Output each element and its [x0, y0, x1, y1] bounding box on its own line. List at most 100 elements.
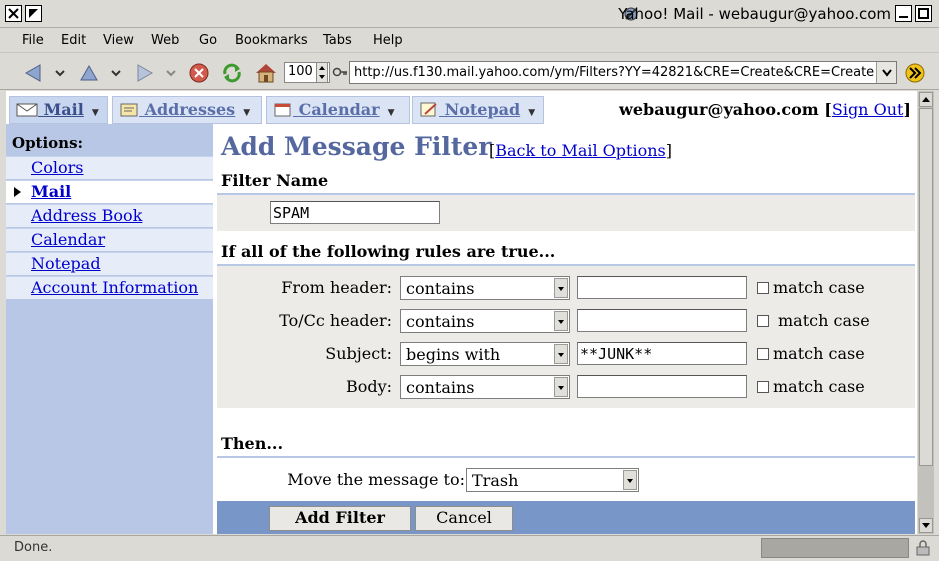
- from-header-value-input[interactable]: [577, 276, 747, 299]
- up-icon[interactable]: [78, 62, 100, 84]
- divider: [217, 456, 915, 458]
- from-header-operator-select[interactable]: contains: [400, 276, 570, 300]
- sidebar-link-calendar[interactable]: Calendar: [31, 230, 105, 249]
- page-content: Mail ▼ Addresses ▼ Calendar ▼ Notepad ▼ weba…: [6, 91, 917, 534]
- move-message-label: Move the message to:: [287, 470, 465, 489]
- sidebar-item-calendar[interactable]: Calendar: [6, 228, 213, 251]
- tocc-header-match-case-label: match case: [778, 311, 870, 330]
- sidebar-item-address-book[interactable]: Address Book: [6, 204, 213, 227]
- status-text: Done.: [14, 540, 53, 555]
- sidebar-item-notepad[interactable]: Notepad: [6, 252, 213, 275]
- sidebar-link-notepad[interactable]: Notepad: [31, 254, 101, 273]
- scroll-up-icon[interactable]: [919, 92, 933, 107]
- subject-operator-select[interactable]: begins with: [400, 342, 570, 366]
- body-match-case-checkbox[interactable]: [757, 381, 769, 393]
- filter-form: Add Message Filter [Back to Mail Options…: [217, 124, 917, 534]
- scroll-thumb[interactable]: [919, 108, 933, 466]
- go-icon[interactable]: [903, 62, 927, 88]
- maximize-icon[interactable]: [915, 5, 932, 22]
- tab-mail-label: Mail: [43, 100, 84, 119]
- sidebar-link-colors[interactable]: Colors: [31, 158, 83, 177]
- sidebar-item-colors[interactable]: Colors: [6, 156, 213, 179]
- chevron-down-icon: [554, 344, 568, 364]
- close-window-icon[interactable]: [5, 5, 22, 22]
- scroll-down-icon[interactable]: [919, 518, 933, 533]
- back-icon[interactable]: [22, 62, 44, 84]
- stop-icon[interactable]: [188, 62, 210, 84]
- sidebar-link-mail[interactable]: Mail: [31, 182, 71, 201]
- address-book-icon: [119, 102, 139, 121]
- back-to-mail-options-link[interactable]: Back to Mail Options: [495, 141, 665, 160]
- sidebar-link-account-information[interactable]: Account Information: [31, 278, 198, 297]
- from-header-operator-value: contains: [406, 279, 475, 298]
- back-link-wrapper: [Back to Mail Options]: [489, 141, 672, 160]
- minimize-icon[interactable]: [895, 5, 912, 22]
- cancel-button[interactable]: Cancel: [415, 506, 513, 531]
- menu-web[interactable]: Web: [151, 33, 179, 48]
- from-header-match-case-checkbox[interactable]: [757, 282, 769, 294]
- menu-bookmarks[interactable]: Bookmarks: [235, 33, 308, 48]
- zoom-spinner-icon[interactable]: [316, 62, 328, 83]
- tocc-header-match-case-checkbox[interactable]: [757, 315, 769, 327]
- from-header-label: From header:: [281, 278, 392, 297]
- tab-calendar-dropdown-icon[interactable]: ▼: [388, 108, 395, 118]
- body-match-case-label: match case: [773, 377, 865, 396]
- body-operator-select[interactable]: contains: [400, 375, 570, 399]
- tab-addresses[interactable]: Addresses ▼: [112, 96, 262, 124]
- tab-mail-dropdown-icon[interactable]: ▼: [92, 108, 99, 118]
- sidebar-item-account-information[interactable]: Account Information: [6, 276, 213, 299]
- user-account: webaugur@yahoo.com [Sign Out]: [619, 100, 911, 119]
- then-heading: Then...: [221, 434, 284, 453]
- envelope-icon: [16, 102, 38, 121]
- menu-view[interactable]: View: [103, 33, 134, 48]
- tocc-header-operator-select[interactable]: contains: [400, 309, 570, 333]
- tab-addresses-dropdown-icon[interactable]: ▼: [243, 108, 250, 118]
- menu-edit[interactable]: Edit: [61, 33, 86, 48]
- body-label: Body:: [345, 377, 392, 396]
- vertical-scrollbar[interactable]: [918, 91, 934, 534]
- menu-file[interactable]: File: [22, 33, 44, 48]
- move-target-value: Trash: [472, 471, 519, 490]
- tab-mail[interactable]: Mail ▼: [9, 96, 108, 124]
- menu-bar: File Edit View Web Go Bookmarks Tabs Hel…: [0, 29, 939, 53]
- tab-notepad[interactable]: Notepad ▼: [412, 96, 544, 124]
- add-filter-button[interactable]: Add Filter: [269, 506, 411, 531]
- menu-help[interactable]: Help: [373, 33, 403, 48]
- tocc-header-operator-value: contains: [406, 312, 475, 331]
- status-bar: Done.: [0, 535, 939, 561]
- menu-go[interactable]: Go: [199, 33, 217, 48]
- sidebar-item-mail[interactable]: Mail: [6, 180, 213, 203]
- chevron-down-icon: [554, 278, 568, 298]
- options-title: Options:: [12, 134, 84, 152]
- filter-name-heading: Filter Name: [221, 171, 329, 190]
- move-target-select[interactable]: Trash: [466, 468, 639, 492]
- url-history-dropdown-icon[interactable]: [876, 62, 896, 83]
- active-arrow-icon: [14, 187, 21, 197]
- up-history-icon[interactable]: [110, 62, 122, 84]
- menu-tabs[interactable]: Tabs: [323, 33, 352, 48]
- body-operator-value: contains: [406, 378, 475, 397]
- page-title: Add Message Filter: [221, 132, 492, 161]
- notepad-icon: [419, 102, 439, 121]
- tab-notepad-dropdown-icon[interactable]: ▼: [528, 108, 535, 118]
- subject-value-input[interactable]: **JUNK**: [577, 342, 747, 365]
- tocc-header-value-input[interactable]: [577, 309, 747, 332]
- subject-operator-value: begins with: [406, 345, 501, 364]
- sidebar-link-address-book[interactable]: Address Book: [31, 206, 142, 225]
- back-history-icon[interactable]: [54, 62, 66, 84]
- filter-name-input[interactable]: SPAM: [270, 201, 440, 224]
- body-value-input[interactable]: [577, 375, 747, 398]
- reload-icon[interactable]: [221, 62, 243, 84]
- forward-icon[interactable]: [134, 62, 156, 84]
- security-lock-icon: [914, 539, 932, 561]
- tab-calendar[interactable]: Calendar ▼: [266, 96, 410, 124]
- sign-out-link[interactable]: Sign Out: [832, 100, 904, 119]
- subject-match-case-checkbox[interactable]: [757, 348, 769, 360]
- from-header-match-case-label: match case: [773, 278, 865, 297]
- window-menu-icon[interactable]: [25, 5, 42, 22]
- forward-history-icon[interactable]: [165, 62, 177, 84]
- tab-addresses-label: Addresses: [144, 100, 236, 119]
- progress-indicator: [761, 538, 909, 558]
- url-field[interactable]: http://us.f130.mail.yahoo.com/ym/Filters…: [349, 61, 897, 84]
- home-icon[interactable]: [254, 62, 276, 84]
